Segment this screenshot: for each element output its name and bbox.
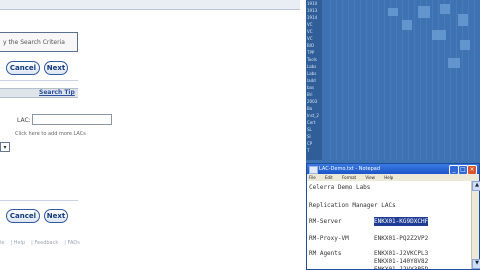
- notepad-window: LAC-Demo.txt - Notepad _ □ × File Edit F…: [306, 163, 480, 270]
- instruction-text: y the Search Criteria: [3, 39, 65, 46]
- menu-format[interactable]: Format: [342, 175, 356, 180]
- search-tip-link[interactable]: Search Tip: [39, 89, 75, 96]
- desktop-icon[interactable]: [460, 40, 470, 50]
- web-app-panel: y the Search Criteria Cancel Next Search…: [0, 0, 300, 270]
- lac-label: LAC:: [17, 117, 31, 124]
- divider: [0, 200, 78, 201]
- desktop-icon[interactable]: [448, 58, 460, 68]
- desktop-icon[interactable]: [440, 4, 450, 14]
- desktop-icon-label[interactable]: Labs: [307, 70, 322, 77]
- desktop-icon-label[interactable]: BIO: [307, 42, 322, 49]
- desktop-icon-label[interactable]: Bri: [307, 91, 322, 98]
- desktop-icon-label[interactable]: T: [307, 147, 322, 154]
- desktop-icon-label[interactable]: Cert: [307, 119, 322, 126]
- chevron-down-icon: ▾: [3, 144, 7, 151]
- lac-input[interactable]: [32, 114, 112, 125]
- desktop-icon-label[interactable]: CP: [307, 140, 322, 147]
- desktop-icon-label[interactable]: Bo: [307, 105, 322, 112]
- text-line: RM Agents: [309, 250, 342, 257]
- desktop-icon-label[interactable]: VC: [307, 28, 322, 35]
- text-line: Replication Manager LACs: [309, 202, 396, 209]
- scroll-up-icon[interactable]: ▲: [472, 181, 480, 191]
- notepad-scrollbar[interactable]: ▲ ▼: [471, 181, 480, 269]
- notepad-icon: [309, 166, 318, 174]
- notepad-menu-bar: File Edit Format View Help: [307, 174, 479, 181]
- menu-view[interactable]: View: [365, 175, 375, 180]
- desktop-icon-label[interactable]: TPP: [307, 49, 322, 56]
- text-line: RM-Server: [309, 218, 342, 225]
- desktop-icon[interactable]: [388, 8, 398, 16]
- footer-link-faqs[interactable]: FAQs: [68, 240, 80, 246]
- footer-link-feedback[interactable]: Feedback: [34, 240, 58, 246]
- footer-links: ie | Help | Feedback | FAQs: [0, 240, 80, 246]
- desktop-icon-label[interactable]: bas: [307, 84, 322, 91]
- desktop-icon-label[interactable]: 1910: [307, 0, 322, 7]
- divider: [0, 80, 78, 81]
- desktop-icon-label[interactable]: Labs: [307, 63, 322, 70]
- next-button-bottom[interactable]: Next: [44, 209, 68, 223]
- footer-link[interactable]: ie: [0, 240, 4, 246]
- desktop-icon-label[interactable]: VC: [307, 35, 322, 42]
- instruction-box: y the Search Criteria: [0, 32, 78, 52]
- menu-edit[interactable]: Edit: [325, 175, 333, 180]
- selected-text: ENKX01-KG9DXCHF: [374, 217, 429, 226]
- desktop-icon[interactable]: [458, 14, 468, 26]
- cancel-button-top[interactable]: Cancel: [6, 61, 40, 75]
- desktop-icon-label[interactable]: Inst_2: [307, 112, 322, 119]
- desktop-icon-label[interactable]: 1914: [307, 14, 322, 21]
- text-line: ENKX01-J2VY3P5D: [374, 265, 428, 269]
- desktop-icon[interactable]: [402, 20, 412, 30]
- menu-help[interactable]: Help: [384, 175, 393, 180]
- text-line: Celerra Demo Labs: [309, 184, 371, 191]
- notepad-text-area[interactable]: Celerra Demo Labs Replication Manager LA…: [307, 181, 471, 269]
- desktop-icon-label[interactable]: Sl: [307, 133, 322, 140]
- menu-file[interactable]: File: [309, 175, 316, 180]
- desktop-icon[interactable]: [418, 6, 430, 18]
- dropdown-select[interactable]: ▾: [0, 142, 10, 152]
- desktop-icon[interactable]: [432, 30, 446, 40]
- notepad-title: LAC-Demo.txt - Notepad: [319, 166, 380, 172]
- top-bar: [0, 0, 300, 10]
- desktop-icon-label[interactable]: 1913: [307, 7, 322, 14]
- add-more-lacs-link[interactable]: Click here to add more LACs: [15, 131, 86, 137]
- notepad-title-bar[interactable]: LAC-Demo.txt - Notepad _ □ ×: [307, 164, 479, 175]
- desktop-icon-label[interactable]: 2003: [307, 98, 322, 105]
- desktop-icon-label[interactable]: SL: [307, 126, 322, 133]
- desktop-icon-label[interactable]: Tools: [307, 56, 322, 63]
- desktop-icon-label[interactable]: ladd: [307, 77, 322, 84]
- desktop-icon-column: 1910 1913 1914 VC VC VC BIO TPP Tools La…: [306, 0, 322, 160]
- footer-link-help[interactable]: Help: [14, 240, 25, 246]
- text-line: RM-Proxy-VM: [309, 235, 349, 242]
- desktop-icon-label[interactable]: VC: [307, 21, 322, 28]
- cancel-button-bottom[interactable]: Cancel: [6, 209, 40, 223]
- scroll-down-icon[interactable]: ▼: [472, 259, 480, 269]
- next-button-top[interactable]: Next: [44, 61, 68, 75]
- text-line: ENKX01-PQ2Z2VP2: [374, 235, 429, 242]
